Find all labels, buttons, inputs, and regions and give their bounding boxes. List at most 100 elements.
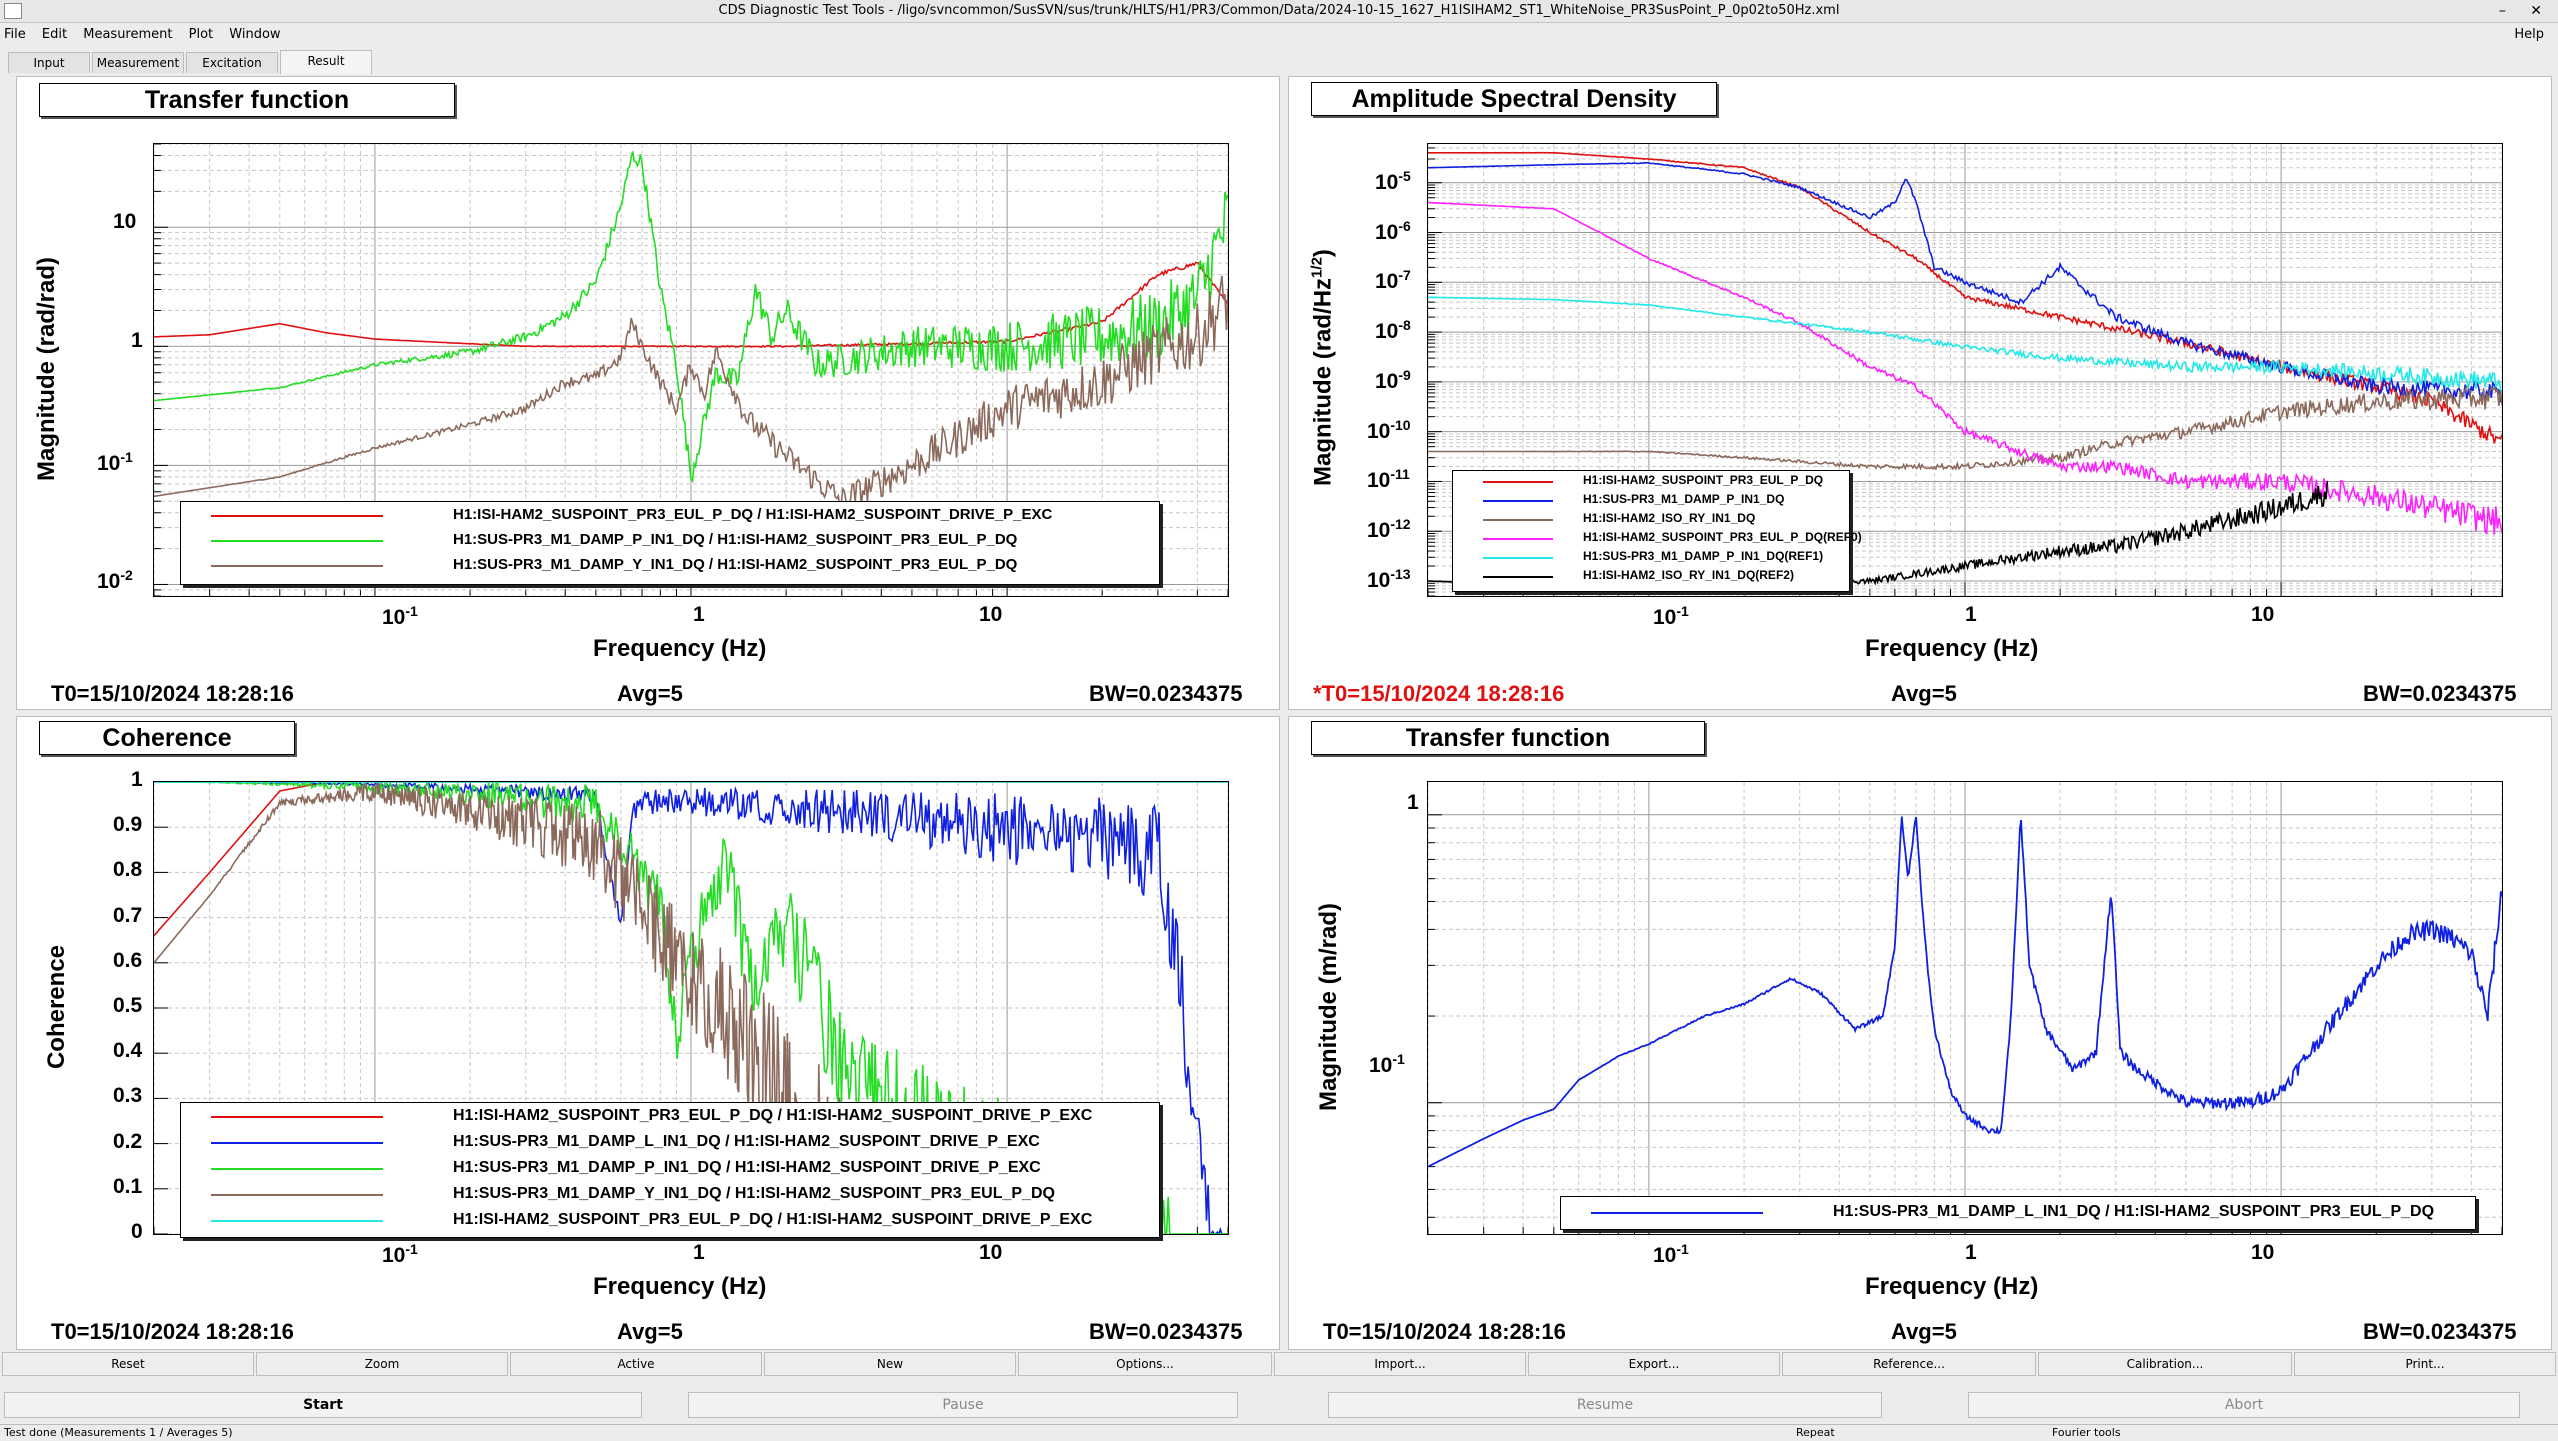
- menu-plot[interactable]: Plot: [189, 23, 214, 47]
- y-tick: 10: [113, 210, 137, 233]
- x-axis-label: Frequency (Hz): [1865, 635, 2039, 662]
- calibration-button[interactable]: Calibration...: [2038, 1352, 2292, 1376]
- panel-title: Coherence: [39, 721, 295, 755]
- panel-transfer-function-bottom[interactable]: Transfer function H1:SUS-PR3_M1_DAMP_L_I…: [1288, 716, 2552, 1350]
- resume-button[interactable]: Resume: [1328, 1392, 1882, 1418]
- menu-help[interactable]: Help: [2514, 23, 2544, 47]
- legend-swatch: [1591, 1212, 1763, 1214]
- y-tick: 10-10: [1367, 417, 1411, 444]
- avg-label: Avg=5: [1891, 1319, 1957, 1344]
- legend-entry: H1:SUS-PR3_M1_DAMP_P_IN1_DQ / H1:ISI-HAM…: [181, 1155, 1159, 1181]
- status-bar: Test done (Measurements 1 / Averages 5) …: [0, 1424, 2558, 1441]
- legend-swatch: [1483, 537, 1553, 540]
- legend-swatch: [1483, 556, 1553, 559]
- plot-area[interactable]: H1:ISI-HAM2_SUSPOINT_PR3_EUL_P_DQ / H1:I…: [153, 143, 1229, 597]
- y-tick: 0.5: [113, 994, 143, 1017]
- y-tick: 0.4: [113, 1039, 143, 1063]
- legend: H1:SUS-PR3_M1_DAMP_L_IN1_DQ / H1:ISI-HAM…: [1560, 1196, 2476, 1230]
- y-tick: 10-2: [97, 567, 133, 594]
- panel-amplitude-spectral-density[interactable]: Amplitude Spectral Density H1:ISI-HAM2_S…: [1288, 76, 2552, 710]
- menu-file[interactable]: File: [4, 23, 26, 47]
- legend-entry: H1:ISI-HAM2_ISO_RY_IN1_DQ: [1453, 509, 1849, 528]
- y-tick: 0.6: [113, 948, 143, 972]
- y-axis-label: Magnitude (rad/rad): [33, 257, 60, 482]
- x-tick-exp: -1: [405, 1241, 418, 1257]
- y-tick-exp: -11: [1390, 466, 1410, 483]
- plot-area[interactable]: H1:ISI-HAM2_SUSPOINT_PR3_EUL_P_DQ H1:SUS-…: [1427, 143, 2503, 597]
- status-message: Test done (Measurements 1 / Averages 5): [4, 1426, 233, 1439]
- avg-label: Avg=5: [1891, 681, 1957, 706]
- tab-excitation[interactable]: Excitation: [186, 52, 278, 73]
- t0-label: *T0=15/10/2024 18:28:16: [1313, 681, 1565, 706]
- t0-label: T0=15/10/2024 18:28:16: [1323, 1319, 1566, 1344]
- run-toolbar: Start Pause Resume Abort: [0, 1392, 2558, 1418]
- y-tick: 1: [1407, 791, 1419, 814]
- legend: H1:ISI-HAM2_SUSPOINT_PR3_EUL_P_DQ / H1:I…: [180, 501, 1160, 585]
- y-tick-base: 10: [1369, 1054, 1393, 1077]
- x-tick-base: 10: [382, 1244, 406, 1267]
- y-axis-label: Magnitude (rad/Hz1/2): [1309, 218, 1338, 518]
- start-button[interactable]: Start: [4, 1392, 642, 1418]
- window-controls[interactable]: – ✕: [2499, 0, 2552, 22]
- tab-input[interactable]: Input: [8, 52, 90, 73]
- import-button[interactable]: Import...: [1274, 1352, 1526, 1376]
- legend-swatch: [1483, 499, 1553, 502]
- legend-entry: H1:SUS-PR3_M1_DAMP_L_IN1_DQ / H1:ISI-HAM…: [181, 1129, 1159, 1155]
- new-button[interactable]: New: [764, 1352, 1016, 1376]
- legend-entry: H1:ISI-HAM2_SUSPOINT_PR3_EUL_P_DQ / H1:I…: [181, 1207, 1159, 1233]
- x-tick-exp: -1: [1676, 1241, 1689, 1257]
- x-tick: 10: [2251, 603, 2275, 626]
- y-tick: 0.3: [113, 1084, 143, 1108]
- tab-measurement[interactable]: Measurement: [92, 52, 184, 73]
- y-tick: 10-6: [1375, 218, 1411, 245]
- panel-title: Transfer function: [1311, 721, 1705, 755]
- x-tick: 10-1: [382, 603, 418, 630]
- panel-transfer-function-top[interactable]: Transfer function H1:ISI-HAM2_SUSPOINT_P…: [16, 76, 1280, 710]
- avg-label: Avg=5: [617, 681, 683, 706]
- menu-window[interactable]: Window: [229, 23, 280, 47]
- active-button[interactable]: Active: [510, 1352, 762, 1376]
- abort-button[interactable]: Abort: [1968, 1392, 2520, 1418]
- t0-label: T0=15/10/2024 18:28:16: [51, 681, 294, 706]
- legend-label: H1:ISI-HAM2_SUSPOINT_PR3_EUL_P_DQ: [1583, 473, 1824, 487]
- plot-area[interactable]: H1:ISI-HAM2_SUSPOINT_PR3_EUL_P_DQ / H1:I…: [153, 779, 1229, 1238]
- tab-result[interactable]: Result: [280, 50, 372, 74]
- legend-label: H1:SUS-PR3_M1_DAMP_P_IN1_DQ / H1:ISI-HAM…: [453, 531, 1018, 548]
- legend-label: H1:ISI-HAM2_SUSPOINT_PR3_EUL_P_DQ(REF0): [1583, 530, 1862, 544]
- y-tick-exp: -12: [1390, 516, 1411, 533]
- y-tick-base: 10: [1367, 419, 1391, 443]
- app-icon: [4, 3, 22, 19]
- export-button[interactable]: Export...: [1528, 1352, 1780, 1376]
- legend-label: H1:SUS-PR3_M1_DAMP_P_IN1_DQ: [1583, 492, 1785, 506]
- y-tick-base: 10: [1375, 369, 1399, 393]
- legend-label: H1:SUS-PR3_M1_DAMP_P_IN1_DQ / H1:ISI-HAM…: [453, 1159, 1041, 1176]
- pause-button[interactable]: Pause: [688, 1392, 1238, 1418]
- x-tick: 10-1: [382, 1241, 418, 1268]
- x-tick: 1: [693, 603, 705, 626]
- legend-entry: H1:ISI-HAM2_ISO_RY_IN1_DQ(REF2): [1453, 566, 1849, 585]
- legend-label: H1:SUS-PR3_M1_DAMP_P_IN1_DQ(REF1): [1583, 549, 1824, 563]
- menu-measurement[interactable]: Measurement: [83, 23, 172, 47]
- panel-coherence[interactable]: Coherence H1:ISI-HAM2_SUSPOINT_PR3_EUL_P…: [16, 716, 1280, 1350]
- reset-button[interactable]: Reset: [2, 1352, 254, 1376]
- y-tick-base: 10: [1375, 320, 1399, 344]
- zoom-button[interactable]: Zoom: [256, 1352, 508, 1376]
- x-tick: 10: [2251, 1241, 2275, 1264]
- avg-label: Avg=5: [617, 1319, 683, 1344]
- menubar: File Edit Measurement Plot Window Help: [0, 23, 2558, 47]
- y-tick-exp: -13: [1390, 566, 1411, 582]
- y-tick-exp: -1: [1392, 1051, 1405, 1067]
- legend-entry: H1:ISI-HAM2_SUSPOINT_PR3_EUL_P_DQ(REF0): [1453, 528, 1862, 547]
- x-tick-base: 10: [1653, 1244, 1677, 1267]
- y-tick: 0.9: [113, 813, 143, 837]
- legend-entry: H1:SUS-PR3_M1_DAMP_Y_IN1_DQ / H1:ISI-HAM…: [181, 1181, 1159, 1207]
- print-button[interactable]: Print...: [2294, 1352, 2556, 1376]
- plot-area[interactable]: H1:SUS-PR3_M1_DAMP_L_IN1_DQ / H1:ISI-HAM…: [1427, 781, 2503, 1235]
- y-tick: 10-5: [1375, 168, 1411, 195]
- options-button[interactable]: Options...: [1018, 1352, 1272, 1376]
- legend-label: H1:SUS-PR3_M1_DAMP_Y_IN1_DQ / H1:ISI-HAM…: [453, 1185, 1055, 1202]
- reference-button[interactable]: Reference...: [1782, 1352, 2036, 1376]
- y-tick-base: 10: [97, 452, 121, 475]
- legend-label: H1:SUS-PR3_M1_DAMP_Y_IN1_DQ / H1:ISI-HAM…: [453, 556, 1018, 573]
- menu-edit[interactable]: Edit: [42, 23, 67, 47]
